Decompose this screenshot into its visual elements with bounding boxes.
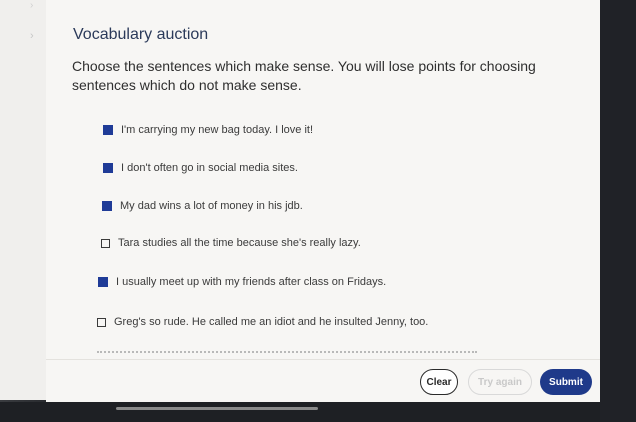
home-indicator-bar[interactable] — [116, 407, 318, 410]
option-label: My dad wins a lot of money in his jdb. — [120, 200, 303, 212]
option-item-2[interactable]: I don't often go in social media sites. — [103, 162, 298, 174]
option-item-1[interactable]: I'm carrying my new bag today. I love it… — [103, 124, 313, 136]
option-item-3[interactable]: My dad wins a lot of money in his jdb. — [102, 200, 303, 212]
device-bottom-edge — [0, 402, 600, 422]
checkbox[interactable] — [103, 163, 113, 173]
option-item-6[interactable]: Greg's so rude. He called me an idiot an… — [97, 316, 428, 328]
left-sidebar-strip: › › — [0, 0, 46, 400]
submit-button[interactable]: Submit — [540, 369, 592, 395]
option-label: I'm carrying my new bag today. I love it… — [121, 124, 314, 136]
checkbox[interactable] — [97, 317, 106, 327]
option-label: Tara studies all the time because she's … — [118, 237, 361, 249]
activity-panel: Vocabulary auction Choose the sentences … — [46, 0, 602, 403]
option-item-5[interactable]: I usually meet up with my friends after … — [98, 276, 386, 288]
option-label: Greg's so rude. He called me an idiot an… — [114, 316, 429, 328]
try-again-button[interactable]: Try again — [468, 369, 532, 395]
option-label: I don't often go in social media sites. — [121, 162, 298, 174]
action-footer: Clear Try again Submit — [46, 359, 602, 403]
options-list: I'm carrying my new bag today. I love it… — [46, 0, 602, 360]
option-label: I usually meet up with my friends after … — [116, 276, 387, 288]
clear-button[interactable]: Clear — [420, 369, 458, 395]
screen: › › Vocabulary auction Choose the senten… — [0, 0, 636, 422]
partial-option-row — [97, 351, 477, 359]
chevron-right-icon[interactable]: › — [30, 30, 34, 42]
device-edge — [600, 0, 636, 422]
checkbox[interactable] — [98, 277, 108, 287]
checkbox[interactable] — [101, 238, 110, 248]
option-item-4[interactable]: Tara studies all the time because she's … — [101, 237, 361, 249]
chevron-right-icon[interactable]: › — [30, 0, 33, 11]
checkbox[interactable] — [102, 201, 112, 211]
checkbox[interactable] — [103, 125, 113, 135]
